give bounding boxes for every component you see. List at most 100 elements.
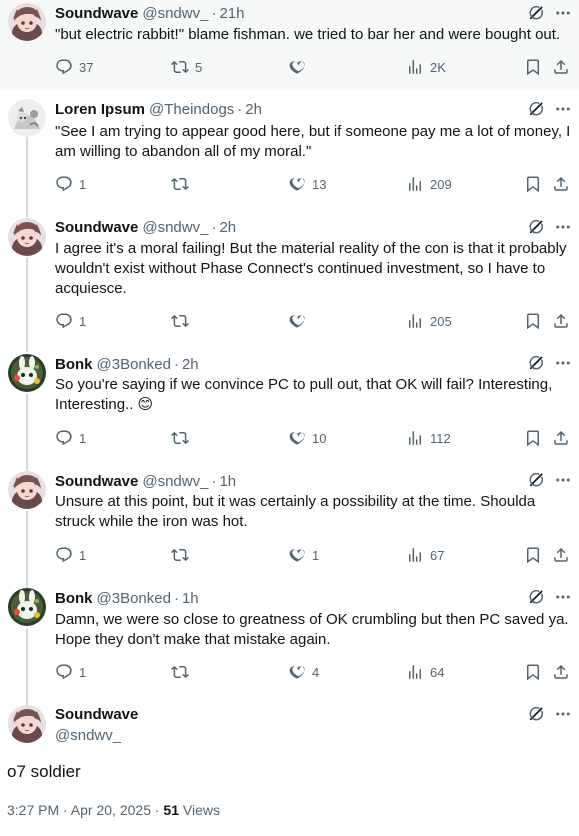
tweet-time[interactable]: 1h bbox=[219, 473, 236, 490]
bookmark-button[interactable] bbox=[524, 662, 542, 682]
user-handle[interactable]: @sndwv_ bbox=[142, 473, 208, 490]
like-button[interactable]: 10 bbox=[288, 428, 326, 448]
thread-line bbox=[26, 207, 28, 217]
like-button[interactable] bbox=[288, 311, 312, 331]
share-button[interactable] bbox=[552, 311, 570, 331]
repost-button[interactable] bbox=[171, 428, 195, 448]
user-handle[interactable]: @3Bonked bbox=[97, 356, 171, 373]
reply-tweet[interactable]: Bonk @3Bonked · 2h So you're saying if w… bbox=[0, 346, 579, 467]
reply-tweet[interactable]: Soundwave @sndwv_ · 21h "but electric ra… bbox=[0, 0, 579, 90]
more-icon[interactable] bbox=[554, 218, 572, 236]
more-icon[interactable] bbox=[554, 4, 572, 22]
reply-tweet[interactable]: Soundwave @sndwv_ · 2h I agree it's a mo… bbox=[0, 207, 579, 350]
reply-button[interactable]: 1 bbox=[55, 428, 86, 448]
tweet-text: So you're saying if we convince PC to pu… bbox=[55, 376, 553, 413]
grok-icon[interactable] bbox=[527, 705, 545, 723]
separator-dot: · bbox=[237, 100, 243, 118]
tweet-time[interactable]: 2h bbox=[182, 356, 199, 373]
views-button[interactable]: 67 bbox=[406, 545, 444, 565]
bookmark-icon bbox=[524, 312, 542, 330]
repost-button[interactable] bbox=[171, 662, 195, 682]
bookmark-button[interactable] bbox=[524, 174, 542, 194]
soundwave-avatar[interactable] bbox=[8, 218, 46, 256]
display-name[interactable]: Bonk bbox=[55, 590, 93, 607]
grok-icon[interactable] bbox=[527, 100, 545, 118]
more-icon[interactable] bbox=[554, 471, 572, 489]
grok-icon[interactable] bbox=[527, 588, 545, 606]
reply-button[interactable]: 1 bbox=[55, 545, 86, 565]
user-handle[interactable]: @sndwv_ bbox=[142, 219, 208, 236]
more-icon[interactable] bbox=[554, 354, 572, 372]
display-name[interactable]: Soundwave bbox=[55, 705, 138, 725]
like-button[interactable]: 13 bbox=[288, 174, 326, 194]
repost-button[interactable] bbox=[171, 174, 195, 194]
views-button[interactable]: 209 bbox=[406, 174, 452, 194]
soundwave-avatar[interactable] bbox=[8, 471, 46, 509]
loren-avatar[interactable] bbox=[8, 99, 46, 137]
reply-count: 1 bbox=[79, 664, 87, 680]
views-button[interactable]: 2K bbox=[406, 57, 446, 77]
grok-icon[interactable] bbox=[527, 471, 545, 489]
display-name[interactable]: Soundwave bbox=[55, 473, 138, 490]
repost-icon bbox=[171, 312, 189, 330]
soundwave-avatar[interactable] bbox=[8, 3, 46, 41]
like-button[interactable]: 1 bbox=[288, 545, 319, 565]
bookmark-button[interactable] bbox=[524, 57, 542, 77]
user-handle[interactable]: @3Bonked bbox=[97, 590, 171, 607]
user-handle[interactable]: @sndwv_ bbox=[142, 5, 208, 22]
tweet-time[interactable]: 1h bbox=[182, 590, 199, 607]
share-button[interactable] bbox=[552, 174, 570, 194]
views-button[interactable]: 205 bbox=[406, 311, 452, 331]
user-handle[interactable]: @Theindogs bbox=[149, 101, 234, 118]
reply-button[interactable]: 37 bbox=[55, 57, 93, 77]
grok-icon[interactable] bbox=[527, 4, 545, 22]
bookmark-button[interactable] bbox=[524, 428, 542, 448]
display-name[interactable]: Bonk bbox=[55, 356, 93, 373]
thread-line bbox=[26, 628, 28, 701]
views-button[interactable]: 112 bbox=[406, 428, 451, 448]
thread-line bbox=[26, 697, 28, 705]
repost-icon bbox=[171, 663, 189, 681]
tweet-time[interactable]: 2h bbox=[245, 101, 262, 118]
more-icon[interactable] bbox=[554, 588, 572, 606]
reply-tweet[interactable]: Loren Ipsum @Theindogs · 2h "See I am tr… bbox=[0, 90, 579, 211]
more-icon[interactable] bbox=[554, 705, 572, 723]
repost-button[interactable] bbox=[171, 545, 195, 565]
share-button[interactable] bbox=[552, 428, 570, 448]
repost-button[interactable] bbox=[171, 311, 195, 331]
action-bar: 1 4 64 bbox=[55, 662, 573, 682]
grok-icon[interactable] bbox=[527, 218, 545, 236]
tweet-time[interactable]: 21h bbox=[219, 5, 244, 22]
views-button[interactable]: 64 bbox=[406, 662, 444, 682]
bonk-avatar[interactable] bbox=[8, 354, 46, 392]
display-name[interactable]: Loren Ipsum bbox=[55, 101, 145, 118]
user-handle[interactable]: @sndwv_ bbox=[55, 726, 121, 746]
soundwave-avatar[interactable] bbox=[8, 705, 46, 743]
bonk-avatar[interactable] bbox=[8, 588, 46, 626]
repost-button[interactable]: 5 bbox=[171, 57, 202, 77]
reply-button[interactable]: 1 bbox=[55, 311, 86, 331]
share-button[interactable] bbox=[552, 662, 570, 682]
tweet-time[interactable]: 2h bbox=[219, 219, 236, 236]
grok-icon[interactable] bbox=[527, 354, 545, 372]
tweet-meta: 3:27 PM · Apr 20, 2025 · 51 Views bbox=[7, 800, 220, 820]
views-icon bbox=[406, 58, 424, 76]
like-button[interactable]: 4 bbox=[288, 662, 319, 682]
like-button[interactable] bbox=[288, 57, 312, 77]
share-button[interactable] bbox=[552, 57, 570, 77]
more-icon[interactable] bbox=[554, 100, 572, 118]
like-count: 1 bbox=[312, 547, 320, 563]
action-bar: 1 205 bbox=[55, 311, 573, 331]
display-name[interactable]: Soundwave bbox=[55, 5, 138, 22]
bookmark-button[interactable] bbox=[524, 311, 542, 331]
bookmark-button[interactable] bbox=[524, 545, 542, 565]
reply-button[interactable]: 1 bbox=[55, 174, 86, 194]
reply-button[interactable]: 1 bbox=[55, 662, 86, 682]
reply-tweet[interactable]: Bonk @3Bonked · 1h Damn, we were so clos… bbox=[0, 580, 579, 701]
reply-tweet[interactable]: Soundwave @sndwv_ · 1h Unsure at this po… bbox=[0, 463, 579, 584]
tweet-timestamp[interactable]: 3:27 PM · Apr 20, 2025 · bbox=[7, 802, 163, 818]
display-name[interactable]: Soundwave bbox=[55, 219, 138, 236]
reply-count: 1 bbox=[79, 313, 87, 329]
share-button[interactable] bbox=[552, 545, 570, 565]
views-count: 51 bbox=[163, 802, 179, 818]
